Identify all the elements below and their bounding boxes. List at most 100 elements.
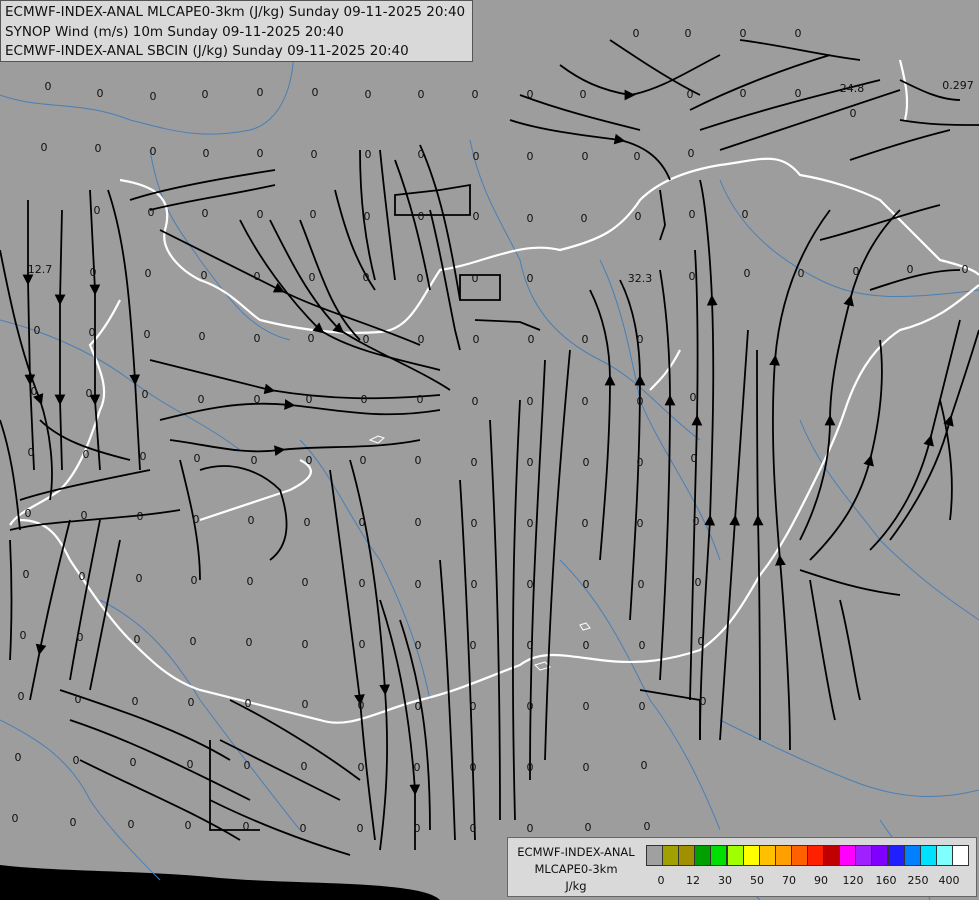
value-label: 0 (306, 393, 313, 406)
value-label: 0 (145, 267, 152, 280)
value-label: 0 (364, 210, 371, 223)
value-label: 0 (23, 568, 30, 581)
value-label: 0 (254, 332, 261, 345)
legend-swatch (678, 845, 696, 866)
value-label: 0 (202, 88, 209, 101)
legend-tick-label: 250 (907, 874, 929, 887)
value-label: 24.8 (840, 82, 865, 95)
legend-tick-label: 30 (718, 874, 732, 887)
legend-swatch (774, 845, 792, 866)
legend-tick-label: 90 (814, 874, 828, 887)
value-label: 0 (582, 395, 589, 408)
value-label: 12.7 (28, 263, 53, 276)
value-label: 0 (73, 754, 80, 767)
value-label: 0 (527, 150, 534, 163)
value-label: 0 (417, 393, 424, 406)
value-label: 0 (201, 269, 208, 282)
value-label: 0 (194, 452, 201, 465)
value-label: 0 (142, 388, 149, 401)
value-label: 0 (639, 700, 646, 713)
value-label: 0 (304, 516, 311, 529)
value-label: 0 (471, 456, 478, 469)
value-label: 0 (148, 206, 155, 219)
value-label: 0 (470, 822, 477, 835)
value-label: 0 (359, 516, 366, 529)
value-label: 0 (581, 212, 588, 225)
value-label: 0 (637, 517, 644, 530)
value-label: 0 (247, 575, 254, 588)
value-label: 0 (359, 577, 366, 590)
legend-tick-label: 120 (842, 874, 864, 887)
value-label: 0 (257, 147, 264, 160)
value-label: 0 (527, 212, 534, 225)
legend-tick-label: 70 (782, 874, 796, 887)
value-label: 0 (31, 385, 38, 398)
value-label: 0 (301, 760, 308, 773)
value-label: 0 (850, 107, 857, 120)
value-label: 0 (415, 578, 422, 591)
legend-swatch (807, 845, 824, 866)
legend-swatch (951, 845, 969, 866)
value-label: 0 (12, 812, 19, 825)
value-label: 0 (25, 507, 32, 520)
value-label: 0 (244, 759, 251, 772)
value-label: 0 (418, 88, 425, 101)
value-label: 0 (95, 142, 102, 155)
value-label: 0 (414, 822, 421, 835)
value-label: 0 (472, 395, 479, 408)
legend-swatch (823, 845, 841, 866)
value-label: 0 (18, 690, 25, 703)
value-label: 0 (690, 391, 697, 404)
value-label: 0 (582, 517, 589, 530)
value-label: 0 (744, 267, 751, 280)
value-label: 0 (527, 700, 534, 713)
value-label: 0 (634, 150, 641, 163)
value-label: 0 (360, 454, 367, 467)
value-label: 0 (415, 700, 422, 713)
value-label: 0 (583, 456, 590, 469)
value-label: 0 (310, 208, 317, 221)
value-label: 0 (34, 324, 41, 337)
value-label: 0 (357, 822, 364, 835)
value-label: 0 (302, 638, 309, 651)
value-label: 0 (137, 510, 144, 523)
value-label: 0 (246, 636, 253, 649)
value-label: 0 (473, 210, 480, 223)
value-label: 0 (641, 759, 648, 772)
value-label: 0 (527, 761, 534, 774)
value-label: 0 (248, 514, 255, 527)
value-label: 0 (414, 761, 421, 774)
legend-title-unit: J/kg (565, 879, 587, 893)
value-label: 0 (583, 578, 590, 591)
value-label: 0 (795, 87, 802, 100)
legend-swatch (710, 845, 728, 866)
value-label: 0 (187, 758, 194, 771)
value-label: 0 (363, 333, 370, 346)
value-label: 0 (637, 395, 644, 408)
value-label: 0 (580, 88, 587, 101)
value-label: 0 (583, 639, 590, 652)
value-label: 0 (685, 27, 692, 40)
value-label: 0 (130, 756, 137, 769)
value-label: 0 (199, 330, 206, 343)
title-cin: ECMWF-INDEX-ANAL SBCIN (J/kg) Sunday 09-… (5, 43, 409, 59)
legend-swatch (839, 845, 857, 866)
value-label: 0 (90, 266, 97, 279)
legend-swatch (662, 845, 680, 866)
value-label: 0 (300, 822, 307, 835)
value-label: 0 (473, 150, 480, 163)
legend-swatch (646, 845, 663, 866)
value-label: 0 (140, 450, 147, 463)
value-label: 0 (527, 517, 534, 530)
legend-tick-label: 160 (875, 874, 897, 887)
value-label: 0 (136, 572, 143, 585)
value-label: 0 (527, 88, 534, 101)
value-label: 0 (582, 333, 589, 346)
value-label: 0 (583, 700, 590, 713)
value-label: 0 (693, 515, 700, 528)
legend-swatch (855, 845, 873, 866)
value-label: 0 (688, 147, 695, 160)
legend-swatch (726, 845, 744, 866)
title-wind: SYNOP Wind (m/s) 10m Sunday 09-11-2025 2… (5, 24, 344, 40)
value-label: 0 (28, 446, 35, 459)
